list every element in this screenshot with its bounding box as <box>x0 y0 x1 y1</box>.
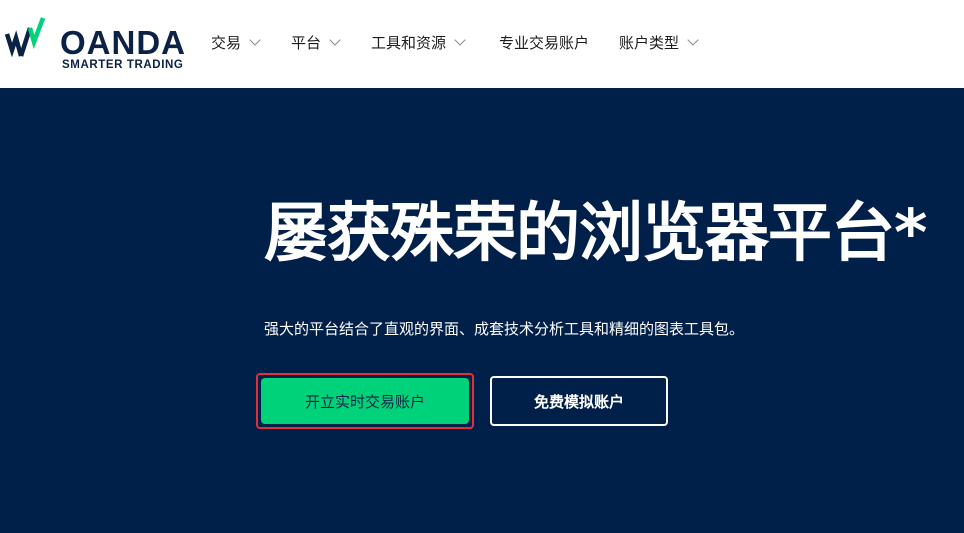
nav-item-label: 专业交易账户 <box>499 33 590 52</box>
chevron-down-icon <box>454 34 466 46</box>
nav-item-label: 平台 <box>291 33 322 52</box>
primary-button-highlight: 开立实时交易账户 <box>256 373 474 429</box>
logo-tagline: SMARTER TRADING <box>62 59 184 71</box>
oanda-logo[interactable]: OANDA SMARTER TRADING <box>4 14 200 76</box>
nav-item-label: 工具和资源 <box>371 33 447 52</box>
hero-headline: 屡获殊荣的浏览器平台* <box>264 197 927 271</box>
nav-item-tools-resources[interactable]: 工具和资源 <box>371 30 466 54</box>
free-demo-account-button[interactable]: 免费模拟账户 <box>490 376 668 426</box>
nav-item-label: 账户类型 <box>619 33 680 52</box>
nav-item-account-types[interactable]: 账户类型 <box>619 30 699 54</box>
chevron-down-icon <box>249 34 261 46</box>
logo-wordmark: OANDA <box>60 24 186 61</box>
nav-item-label: 交易 <box>211 33 242 52</box>
chevron-down-icon <box>329 34 341 46</box>
chevron-down-icon <box>687 34 699 46</box>
hero-subtext: 强大的平台结合了直观的界面、成套技术分析工具和精细的图表工具包。 <box>264 320 745 338</box>
nav-item-platforms[interactable]: 平台 <box>291 30 341 54</box>
nav-item-pro-account[interactable]: 专业交易账户 <box>499 30 589 54</box>
open-live-account-button[interactable]: 开立实时交易账户 <box>261 378 469 424</box>
hero-section <box>0 88 964 533</box>
nav-item-trading[interactable]: 交易 <box>211 30 261 54</box>
site-header: OANDA SMARTER TRADING 交易 平台 工具和资源 专业交易账户… <box>0 0 964 88</box>
logo-mark-icon <box>4 17 46 58</box>
